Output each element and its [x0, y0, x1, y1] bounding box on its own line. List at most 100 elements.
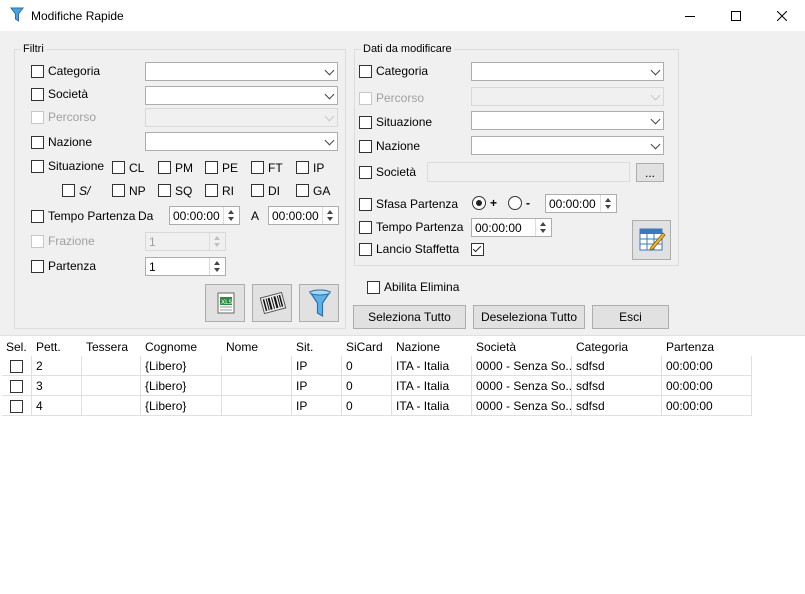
cell-societa: 0000 - Senza So... [472, 376, 572, 396]
row-select-checkbox[interactable] [10, 360, 23, 373]
dati-categoria-combo[interactable] [471, 62, 664, 81]
abilita-elimina-label: Abilita Elimina [384, 280, 460, 294]
filtri-tempo-partenza-checkbox[interactable] [31, 210, 44, 223]
lancio-staffetta-value-checkbox[interactable] [471, 243, 484, 256]
esci-button[interactable]: Esci [592, 305, 669, 329]
col-header-sel[interactable]: Sel. [2, 336, 32, 356]
dati-sfasa-checkbox[interactable] [359, 198, 372, 211]
apply-filter-button[interactable] [299, 284, 339, 322]
situazione-ip-label: IP [313, 161, 325, 175]
situazione-sq-checkbox[interactable] [158, 184, 171, 197]
situazione-ga-checkbox[interactable] [296, 184, 309, 197]
filtri-percorso-checkbox[interactable] [31, 111, 44, 124]
dati-tempo-partenza-checkbox[interactable] [359, 221, 372, 234]
situazione-ft-checkbox[interactable] [251, 161, 264, 174]
partenza-stepper[interactable]: 1 [145, 257, 226, 276]
frazione-value: 1 [149, 235, 156, 249]
col-header-societa[interactable]: Società [472, 336, 572, 356]
table-row[interactable]: 3 {Libero} IP 0 ITA - Italia 0000 - Senz… [0, 376, 752, 396]
dati-percorso-combo[interactable] [471, 87, 664, 106]
cell-tessera [82, 396, 141, 416]
filtri-frazione-checkbox[interactable] [31, 235, 44, 248]
situazione-pe-checkbox[interactable] [205, 161, 218, 174]
dati-situazione-combo[interactable] [471, 111, 664, 130]
col-header-pett[interactable]: Pett. [32, 336, 82, 356]
cell-pett: 3 [32, 376, 82, 396]
dati-societa-checkbox[interactable] [359, 166, 372, 179]
filtri-percorso-combo[interactable] [145, 108, 338, 127]
row-select-checkbox[interactable] [10, 400, 23, 413]
col-header-tessera[interactable]: Tessera [82, 336, 141, 356]
filtri-societa-combo[interactable] [145, 86, 338, 105]
dati-nazione-combo[interactable] [471, 136, 664, 155]
cell-sicard: 0 [342, 376, 392, 396]
dati-nazione-checkbox[interactable] [359, 140, 372, 153]
col-header-sicard[interactable]: SiCard [342, 336, 392, 356]
cell-sit: IP [292, 376, 342, 396]
table-row[interactable]: 2 {Libero} IP 0 ITA - Italia 0000 - Senz… [0, 356, 752, 376]
row-select-cell[interactable] [2, 376, 32, 396]
filtri-nazione-combo[interactable] [145, 132, 338, 151]
situazione-ip-checkbox[interactable] [296, 161, 309, 174]
cell-categoria: sdfsd [572, 396, 662, 416]
maximize-button[interactable] [713, 0, 759, 31]
sfasa-time-picker[interactable]: 00:00:00 [545, 194, 617, 213]
abilita-elimina-checkbox[interactable] [367, 281, 380, 294]
cell-pett: 4 [32, 396, 82, 416]
cell-societa: 0000 - Senza So... [472, 356, 572, 376]
situazione-cl-label: CL [129, 161, 145, 175]
filtri-categoria-combo[interactable] [145, 62, 338, 81]
a-time-picker[interactable]: 00:00:00 [268, 206, 339, 225]
apply-changes-button[interactable] [632, 220, 671, 260]
situazione-ri-checkbox[interactable] [205, 184, 218, 197]
close-button[interactable] [759, 0, 805, 31]
situazione-s-label: S/ [79, 184, 91, 198]
situazione-pm-checkbox[interactable] [158, 161, 171, 174]
sfasa-plus-radio[interactable] [472, 196, 486, 210]
frazione-stepper[interactable]: 1 [145, 232, 226, 251]
deseleziona-tutto-button[interactable]: Deseleziona Tutto [473, 305, 585, 329]
dati-categoria-checkbox[interactable] [359, 65, 372, 78]
filtri-nazione-label: Nazione [48, 135, 93, 149]
minimize-button[interactable] [667, 0, 713, 31]
dati-situazione-checkbox[interactable] [359, 116, 372, 129]
situazione-np-checkbox[interactable] [112, 184, 125, 197]
svg-text:XLS: XLS [221, 299, 232, 306]
situazione-di-checkbox[interactable] [251, 184, 264, 197]
situazione-ri-label: RI [222, 184, 234, 198]
seleziona-tutto-button[interactable]: Seleziona Tutto [353, 305, 466, 329]
barcode-button[interactable] [252, 284, 292, 322]
dati-group-label: Dati da modificare [361, 43, 454, 55]
filtri-nazione-checkbox[interactable] [31, 136, 44, 149]
barcode-icon [259, 291, 287, 315]
societa-browse-button[interactable]: ... [636, 163, 664, 182]
filtri-situazione-checkbox[interactable] [31, 160, 44, 173]
edit-table-icon [639, 228, 666, 251]
cell-partenza: 00:00:00 [662, 356, 752, 376]
dati-percorso-checkbox[interactable] [359, 92, 372, 105]
col-header-sit[interactable]: Sit. [292, 336, 342, 356]
sfasa-minus-radio[interactable] [508, 196, 522, 210]
export-excel-button[interactable]: XLS [205, 284, 245, 322]
situazione-ga-label: GA [313, 184, 331, 198]
filtri-categoria-checkbox[interactable] [31, 65, 44, 78]
row-select-checkbox[interactable] [10, 380, 23, 393]
dati-societa-field[interactable] [427, 162, 630, 182]
situazione-s-checkbox[interactable] [62, 184, 75, 197]
situazione-ft-label: FT [268, 161, 283, 175]
dati-tempo-partenza-picker[interactable]: 00:00:00 [471, 218, 552, 237]
row-select-cell[interactable] [2, 356, 32, 376]
row-select-cell[interactable] [2, 396, 32, 416]
col-header-nazione[interactable]: Nazione [392, 336, 472, 356]
situazione-cl-checkbox[interactable] [112, 161, 125, 174]
lancio-staffetta-checkbox[interactable] [359, 243, 372, 256]
situazione-di-label: DI [268, 184, 280, 198]
col-header-categoria[interactable]: Categoria [572, 336, 662, 356]
filtri-partenza-checkbox[interactable] [31, 260, 44, 273]
col-header-cognome[interactable]: Cognome [141, 336, 222, 356]
col-header-nome[interactable]: Nome [222, 336, 292, 356]
col-header-partenza[interactable]: Partenza [662, 336, 752, 356]
filtri-societa-checkbox[interactable] [31, 88, 44, 101]
da-time-picker[interactable]: 00:00:00 [169, 206, 240, 225]
table-row[interactable]: 4 {Libero} IP 0 ITA - Italia 0000 - Senz… [0, 396, 752, 416]
